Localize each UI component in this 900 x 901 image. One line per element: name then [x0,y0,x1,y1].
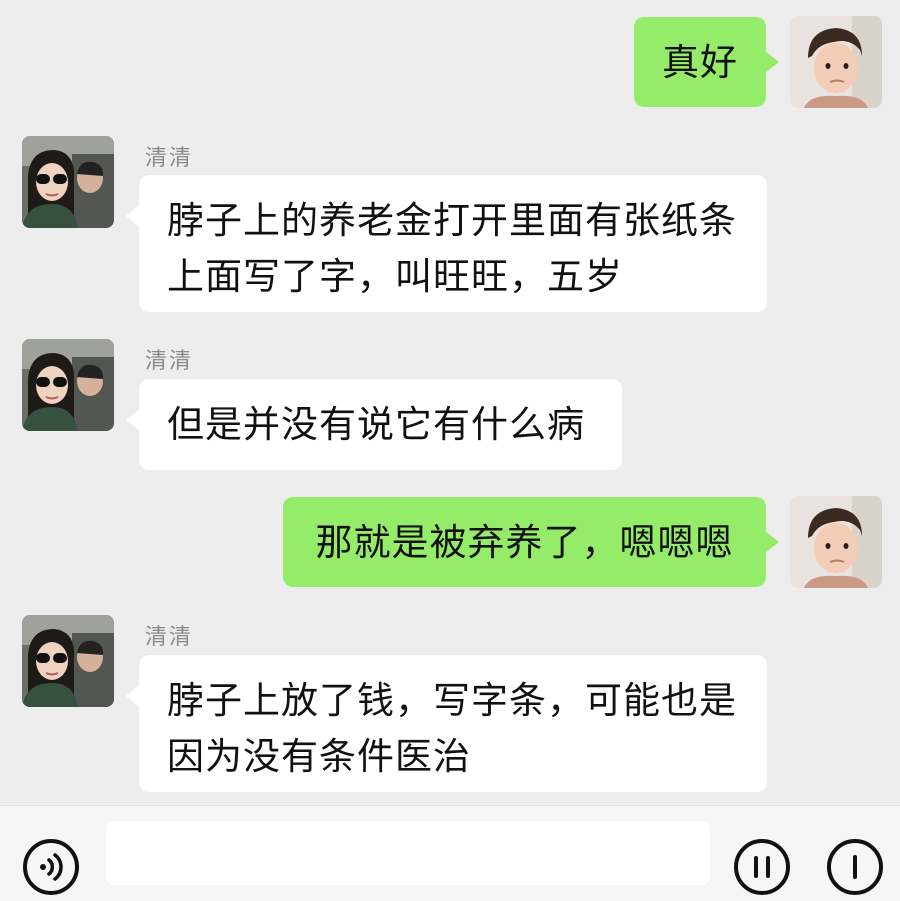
sender-name: 清清 [145,625,194,650]
message-text-line: 脖子上的养老金打开里面有张纸条 [167,199,737,242]
contact-avatar[interactable] [22,136,114,228]
sender-name: 清清 [145,146,194,171]
message-text-line: 因为没有条件医治 [167,735,471,778]
sender-name: 清清 [145,349,194,374]
message-input[interactable] [106,821,710,885]
voice-icon [40,853,63,881]
message-bubble-incoming[interactable]: 脖子上的养老金打开里面有张纸条 上面写了字，叫旺旺，五岁 [126,175,767,312]
message-text-line: 脖子上放了钱，写字条，可能也是 [167,679,737,722]
my-avatar[interactable] [790,496,882,588]
message-bubble-outgoing[interactable]: 那就是被弃养了，嗯嗯嗯 [283,497,779,587]
message-bubble-incoming[interactable]: 脖子上放了钱，写字条，可能也是 因为没有条件医治 [126,655,767,792]
more-button[interactable] [827,839,883,895]
message-text: 那就是被弃养了，嗯嗯嗯 [315,521,734,564]
message-bubble-incoming[interactable]: 但是并没有说它有什么病 [126,379,622,470]
emoji-icon [754,856,770,878]
message-text-line: 上面写了字，叫旺旺，五岁 [167,255,623,298]
message-bubble-outgoing[interactable]: 真好 [634,17,779,107]
message-text-line: 但是并没有说它有什么病 [167,403,585,446]
contact-avatar[interactable] [22,339,114,431]
my-avatar[interactable] [790,16,882,108]
emoji-button[interactable] [734,839,790,895]
message-text: 真好 [662,41,738,84]
contact-avatar[interactable] [22,615,114,707]
voice-button[interactable] [23,839,79,895]
more-icon [853,855,857,879]
